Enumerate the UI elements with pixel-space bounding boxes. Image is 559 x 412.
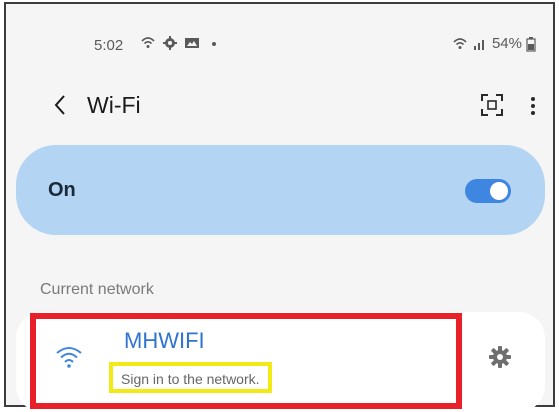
qr-scan-icon [481, 94, 503, 116]
wifi-status-icon [141, 37, 155, 48]
chevron-left-icon [54, 95, 65, 115]
current-network-header: Current network [40, 281, 154, 298]
wifi-toggle-row[interactable]: On [16, 145, 545, 235]
status-left-icons [140, 35, 222, 51]
status-bar: 5:02 54% [6, 4, 553, 66]
toggle-knob [490, 182, 508, 200]
status-time: 5:02 [94, 37, 124, 54]
gear-icon [489, 346, 511, 368]
more-vertical-icon [531, 96, 535, 101]
battery-icon [526, 36, 536, 52]
wifi-toggle-label: On [48, 179, 76, 201]
app-header: Wi-Fi [6, 80, 553, 130]
status-right: 54% [452, 35, 536, 52]
gear-icon [163, 36, 177, 50]
network-highlight-box [30, 313, 462, 409]
qr-scan-button[interactable] [479, 92, 505, 118]
battery-percent: 54% [491, 35, 522, 52]
dot-icon [212, 42, 216, 46]
more-options-button[interactable] [523, 92, 543, 120]
wifi-icon [453, 37, 467, 49]
signal-icon [473, 39, 484, 50]
back-button[interactable] [46, 90, 74, 120]
wifi-toggle-switch[interactable] [465, 179, 511, 203]
image-icon [185, 38, 199, 48]
network-settings-button[interactable] [487, 344, 513, 370]
page-title: Wi-Fi [87, 92, 141, 118]
